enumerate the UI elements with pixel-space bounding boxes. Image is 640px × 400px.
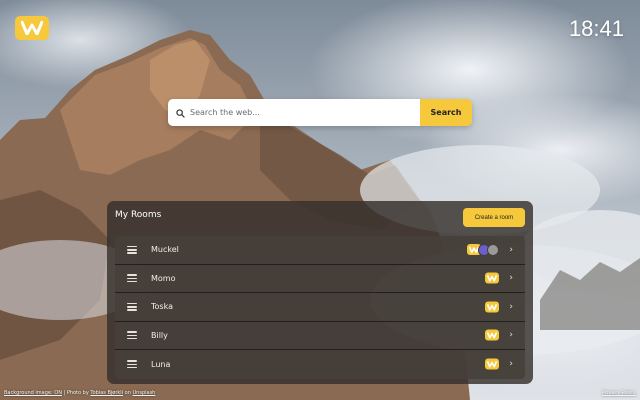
avatar (487, 243, 499, 256)
chevron-right-icon[interactable]: › (509, 302, 513, 312)
credit-separator: | Photo by (61, 390, 91, 396)
logo-icon (485, 301, 499, 313)
source-link[interactable]: Unsplash (133, 390, 156, 396)
room-row-billy[interactable]: Billy › (115, 321, 525, 350)
chevron-right-icon[interactable]: › (509, 359, 513, 369)
chevron-right-icon[interactable]: › (509, 245, 513, 255)
drag-handle-icon[interactable] (127, 360, 137, 369)
drag-handle-icon[interactable] (127, 302, 137, 311)
search-input[interactable] (190, 108, 410, 117)
chevron-right-icon[interactable]: › (509, 273, 513, 283)
photo-credit: Background image: ON | Photo by Tobias B… (4, 390, 155, 396)
room-members (485, 329, 499, 341)
room-row-luna[interactable]: Luna › (115, 350, 525, 379)
logo-icon (485, 272, 499, 284)
drag-handle-icon[interactable] (127, 245, 137, 254)
chevron-right-icon[interactable]: › (509, 330, 513, 340)
room-row-toska[interactable]: Toska › (115, 293, 525, 322)
room-name: Toska (151, 302, 173, 312)
room-name: Muckel (151, 245, 179, 255)
room-name: Billy (151, 330, 168, 340)
search-icon (176, 103, 185, 122)
room-list: Muckel › Momo › Toska › Billy › Luna › (115, 236, 525, 379)
room-name: Luna (151, 359, 171, 369)
logo-icon[interactable] (15, 16, 49, 40)
rooms-panel: My Rooms Create a room Muckel › Momo › T… (107, 201, 533, 384)
privacy-policy-link[interactable]: Privacy Policy (602, 390, 636, 396)
room-row-muckel[interactable]: Muckel › (115, 236, 525, 265)
room-row-momo[interactable]: Momo › (115, 264, 525, 293)
drag-handle-icon[interactable] (127, 274, 137, 283)
room-members (485, 358, 499, 370)
logo-icon (485, 358, 499, 370)
credit-on: on (123, 390, 133, 396)
background-toggle-link[interactable]: Background image: ON (4, 390, 62, 396)
search-field[interactable] (168, 99, 420, 126)
create-room-button[interactable]: Create a room (463, 208, 525, 227)
search-bar: Search (168, 99, 472, 126)
logo-icon (485, 329, 499, 341)
search-button[interactable]: Search (420, 99, 472, 126)
room-name: Momo (151, 273, 176, 283)
room-members (485, 272, 499, 284)
photographer-link[interactable]: Tobias Bjørkli (90, 390, 123, 396)
room-members (485, 301, 499, 313)
room-members (467, 243, 499, 256)
panel-title: My Rooms (115, 210, 162, 220)
drag-handle-icon[interactable] (127, 331, 137, 340)
clock: 18:41 (568, 16, 624, 41)
